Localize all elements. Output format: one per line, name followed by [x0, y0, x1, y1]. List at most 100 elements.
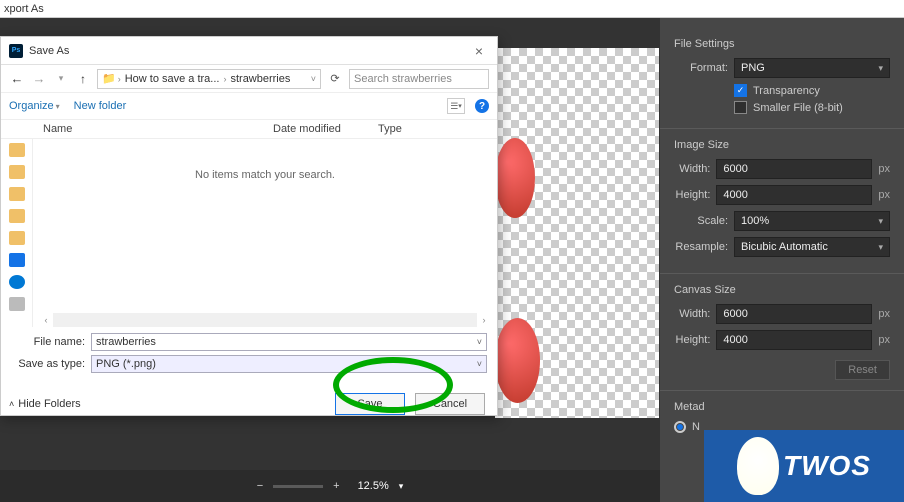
- transparency-checkbox-row[interactable]: ✓ Transparency: [734, 84, 890, 97]
- zoom-bar: − + 12.5% ▾: [0, 470, 660, 502]
- height-label: Height:: [674, 189, 710, 201]
- format-label: Format:: [674, 62, 728, 74]
- dialog-body: No items match your search. ‹ ›: [1, 139, 497, 327]
- canvas-width-input[interactable]: [716, 304, 872, 324]
- file-name-input[interactable]: strawberries ˅: [91, 333, 487, 351]
- breadcrumb-segment[interactable]: strawberries: [228, 73, 292, 85]
- scroll-right-icon[interactable]: ›: [477, 313, 491, 327]
- organize-button[interactable]: Organize ▾: [9, 100, 60, 112]
- folder-icon[interactable]: [9, 143, 25, 157]
- forward-arrow-icon[interactable]: →: [31, 71, 47, 86]
- unit-label: px: [878, 189, 890, 201]
- width-label: Width:: [674, 163, 710, 175]
- dialog-footer: ˄ Hide Folders Save Cancel: [1, 383, 497, 415]
- scale-label: Scale:: [674, 215, 728, 227]
- history-chevron-icon[interactable]: ▾: [53, 73, 69, 84]
- column-header-name[interactable]: Name: [43, 123, 273, 135]
- resample-select[interactable]: Bicubic Automatic ▾: [734, 237, 890, 257]
- folder-icon[interactable]: [9, 165, 25, 179]
- dialog-toolbar: Organize ▾ New folder ☰▾ ?: [1, 93, 497, 119]
- chevron-down-icon[interactable]: ˅: [477, 337, 482, 347]
- chevron-down-icon: ▾: [878, 216, 883, 227]
- smaller-file-checkbox-row[interactable]: Smaller File (8-bit): [734, 101, 890, 114]
- chevron-right-icon: ›: [223, 74, 226, 84]
- width-label: Width:: [674, 308, 710, 320]
- folder-icon[interactable]: [9, 209, 25, 223]
- scroll-track[interactable]: [53, 313, 477, 327]
- dialog-fields: File name: strawberries ˅ Save as type: …: [1, 327, 497, 383]
- image-size-section: Image Size Width: px Height: px Scale: 1…: [660, 128, 904, 273]
- format-select[interactable]: PNG ▾: [734, 58, 890, 78]
- watermark-text: TWOS: [783, 450, 871, 482]
- width-input[interactable]: [716, 159, 872, 179]
- zoom-slider-icon[interactable]: [273, 485, 323, 488]
- chevron-down-icon: ▾: [878, 242, 883, 253]
- chevron-down-icon[interactable]: ˅: [477, 359, 482, 369]
- empty-message: No items match your search.: [33, 169, 497, 181]
- section-title: Metad: [674, 401, 890, 413]
- onedrive-icon[interactable]: [9, 275, 25, 289]
- search-input[interactable]: Search strawberries: [349, 69, 489, 89]
- chevron-up-icon: ˄: [9, 399, 14, 409]
- section-title: File Settings: [674, 38, 890, 50]
- image-preview-fragment: [495, 318, 540, 403]
- canvas-height-input[interactable]: [716, 330, 872, 350]
- folder-icon[interactable]: [9, 231, 25, 245]
- column-header-date[interactable]: Date modified: [273, 123, 378, 135]
- back-arrow-icon[interactable]: ←: [9, 71, 25, 86]
- breadcrumb-segment[interactable]: How to save a tra...: [123, 73, 222, 85]
- scale-select[interactable]: 100% ▾: [734, 211, 890, 231]
- folder-icon: 📁: [102, 72, 116, 85]
- desktop-icon[interactable]: [9, 253, 25, 267]
- view-options-icon[interactable]: ☰▾: [447, 98, 465, 114]
- chevron-down-icon: ▾: [878, 63, 883, 74]
- app-title: xport As: [4, 3, 44, 15]
- zoom-level: 12.5%: [358, 480, 389, 492]
- new-folder-button[interactable]: New folder: [74, 100, 127, 112]
- address-bar[interactable]: 📁 › How to save a tra... › strawberries …: [97, 69, 321, 89]
- chevron-down-icon[interactable]: ▾: [399, 481, 404, 492]
- height-label: Height:: [674, 334, 710, 346]
- save-type-label: Save as type:: [11, 358, 91, 370]
- close-icon[interactable]: ×: [469, 43, 489, 59]
- radio-checked-icon: [674, 421, 686, 433]
- section-title: Image Size: [674, 139, 890, 151]
- unit-label: px: [878, 163, 890, 175]
- file-list-area: No items match your search. ‹ ›: [33, 139, 497, 327]
- cancel-button[interactable]: Cancel: [415, 393, 485, 415]
- file-settings-section: File Settings Format: PNG ▾ ✓ Transparen…: [660, 28, 904, 128]
- chevron-right-icon: ›: [118, 74, 121, 84]
- up-arrow-icon[interactable]: ↑: [75, 72, 91, 86]
- file-name-label: File name:: [11, 336, 91, 348]
- app-titlebar: xport As: [0, 0, 904, 18]
- checkbox-checked-icon: ✓: [734, 84, 747, 97]
- hide-folders-button[interactable]: ˄ Hide Folders: [9, 398, 81, 410]
- checkbox-icon: [734, 101, 747, 114]
- chevron-down-icon: ▾: [56, 102, 60, 111]
- folder-icon[interactable]: [9, 187, 25, 201]
- column-headers: Name Date modified Type: [1, 119, 497, 139]
- save-type-select[interactable]: PNG (*.png) ˅: [91, 355, 487, 373]
- save-as-dialog: Ps Save As × ← → ▾ ↑ 📁 › How to save a t…: [0, 36, 498, 416]
- app-content: − + 12.5% ▾ File Settings Format: PNG ▾ …: [0, 18, 904, 502]
- image-preview-fragment: [495, 138, 535, 218]
- horizontal-scrollbar[interactable]: ‹ ›: [39, 313, 491, 327]
- refresh-icon[interactable]: ⟳: [327, 72, 343, 85]
- export-as-window: xport As − + 12.5% ▾ File Settings Forma…: [0, 0, 904, 502]
- help-icon[interactable]: ?: [475, 99, 489, 113]
- zoom-in-icon[interactable]: +: [333, 480, 339, 492]
- search-placeholder: Search strawberries: [354, 73, 452, 85]
- thispc-icon[interactable]: [9, 297, 25, 311]
- chevron-down-icon[interactable]: ˅: [311, 74, 316, 84]
- scroll-left-icon[interactable]: ‹: [39, 313, 53, 327]
- zoom-out-icon[interactable]: −: [257, 480, 263, 492]
- reset-button[interactable]: Reset: [835, 360, 890, 380]
- dialog-navbar: ← → ▾ ↑ 📁 › How to save a tra... › straw…: [1, 65, 497, 93]
- save-button[interactable]: Save: [335, 393, 405, 415]
- unit-label: px: [878, 308, 890, 320]
- section-title: Canvas Size: [674, 284, 890, 296]
- column-header-type[interactable]: Type: [378, 123, 438, 135]
- dialog-title: Save As: [29, 45, 69, 57]
- height-input[interactable]: [716, 185, 872, 205]
- canvas-size-section: Canvas Size Width: px Height: px Reset: [660, 273, 904, 390]
